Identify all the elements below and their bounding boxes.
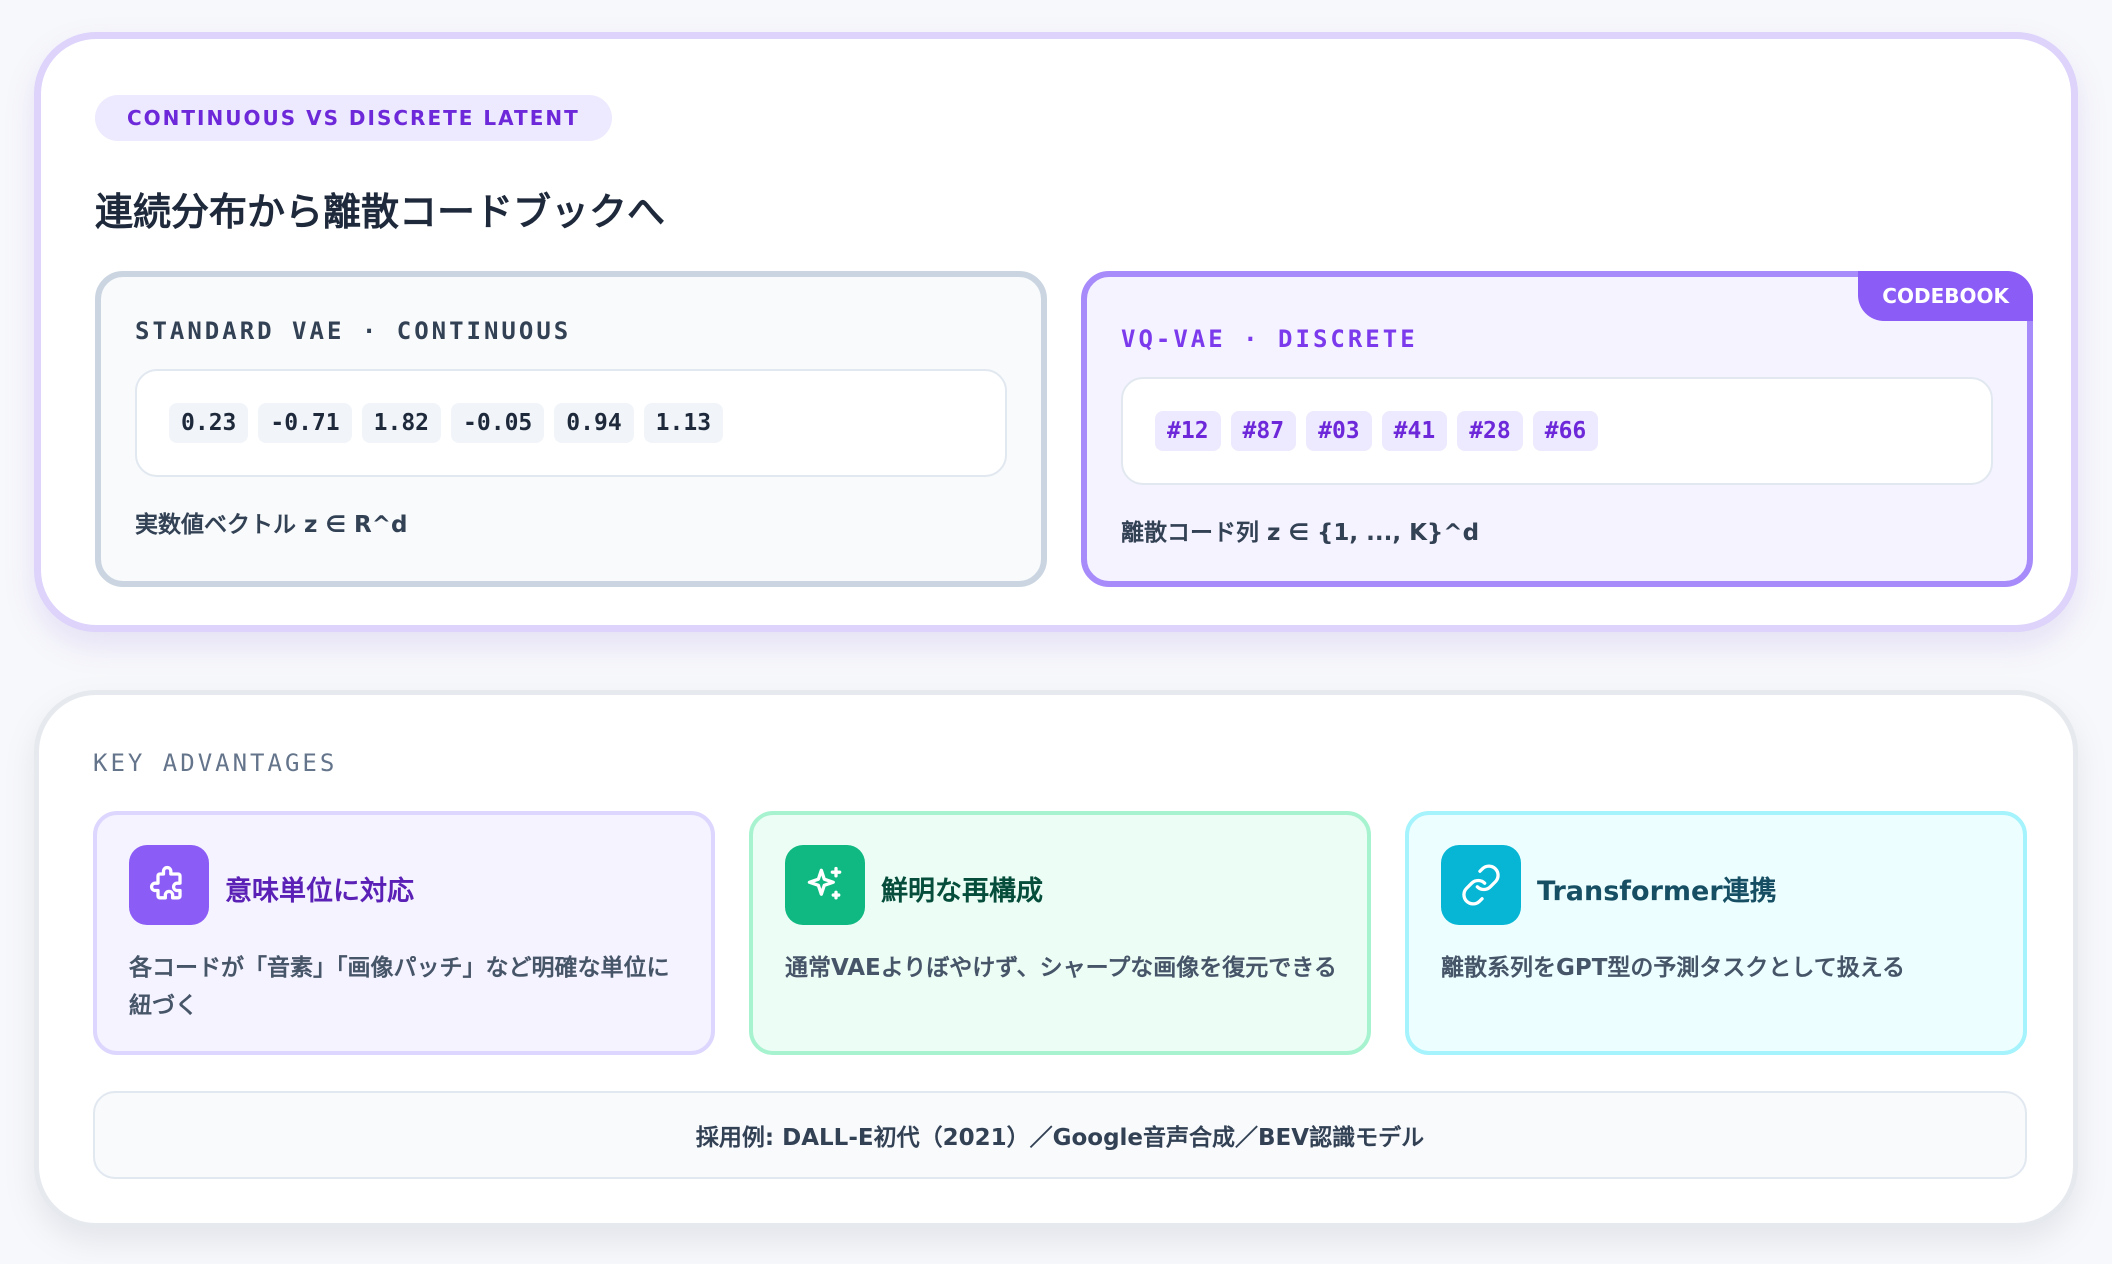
vector-value: 1.13 <box>643 403 724 443</box>
sparkle-icon <box>785 845 865 925</box>
vector-value: 0.94 <box>554 403 634 443</box>
code-index: #03 <box>1306 411 1372 451</box>
advantage-title: Transformer連携 <box>1537 876 1777 907</box>
advantage-title: 鮮明な再構成 <box>881 876 1043 907</box>
puzzle-icon <box>129 845 209 925</box>
code-index: #12 <box>1155 411 1221 451</box>
link-icon <box>1441 845 1521 925</box>
advantage-description: 離散系列をGPT型の予測タスクとして扱える <box>1441 955 1906 981</box>
advantage-card-reconstruction: 鮮明な再構成 通常VAEよりぼやけず、シャープな画像を復元できる <box>749 811 1371 1055</box>
discrete-code-sequence: #12 #87 #03 #41 #28 #66 <box>1121 377 1993 485</box>
advantage-title: 意味単位に対応 <box>225 876 414 907</box>
codebook-badge: CODEBOOK <box>1858 271 2033 321</box>
advantage-card-transformer: Transformer連携 離散系列をGPT型の予測タスクとして扱える <box>1405 811 2027 1055</box>
vq-caption: 離散コード列 z ∈ {1, ..., K}^d <box>1121 520 1480 546</box>
page-title: 連続分布から離散コードブックへ <box>95 190 666 234</box>
vector-value: -0.05 <box>451 403 545 443</box>
comparison-panel: CONTINUOUS VS DISCRETE LATENT 連続分布から離散コー… <box>34 32 2078 632</box>
section-pill: CONTINUOUS VS DISCRETE LATENT <box>95 95 612 141</box>
vae-caption: 実数値ベクトル z ∈ R^d <box>135 512 408 538</box>
standard-vae-card: STANDARD VAE · CONTINUOUS 0.23 -0.71 1.8… <box>95 271 1047 587</box>
vector-value: -0.71 <box>258 403 352 443</box>
code-index: #41 <box>1381 411 1448 451</box>
advantage-description: 通常VAEよりぼやけず、シャープな画像を復元できる <box>785 955 1337 981</box>
vector-value: 1.82 <box>361 403 442 443</box>
advantages-heading: KEY ADVANTAGES <box>93 749 338 777</box>
vector-value: 0.23 <box>169 403 249 443</box>
vq-vae-card: CODEBOOK VQ-VAE · DISCRETE #12 #87 #03 #… <box>1081 271 2033 587</box>
code-index: #66 <box>1532 411 1599 451</box>
advantages-panel: KEY ADVANTAGES 意味単位に対応 各コードが「音素」「画像パッチ」な… <box>34 690 2078 1228</box>
code-index: #87 <box>1230 411 1297 451</box>
vae-card-label: STANDARD VAE · CONTINUOUS <box>135 317 572 345</box>
adoption-examples: 採用例: DALL-E初代（2021）／Google音声合成／BEV認識モデル <box>93 1091 2027 1179</box>
vq-card-label: VQ-VAE · DISCRETE <box>1121 325 1418 353</box>
advantage-description: 各コードが「音素」「画像パッチ」など明確な単位に紐づく <box>129 955 670 1019</box>
advantage-card-semantic: 意味単位に対応 各コードが「音素」「画像パッチ」など明確な単位に紐づく <box>93 811 715 1055</box>
code-index: #28 <box>1457 411 1523 451</box>
continuous-vector: 0.23 -0.71 1.82 -0.05 0.94 1.13 <box>135 369 1007 477</box>
